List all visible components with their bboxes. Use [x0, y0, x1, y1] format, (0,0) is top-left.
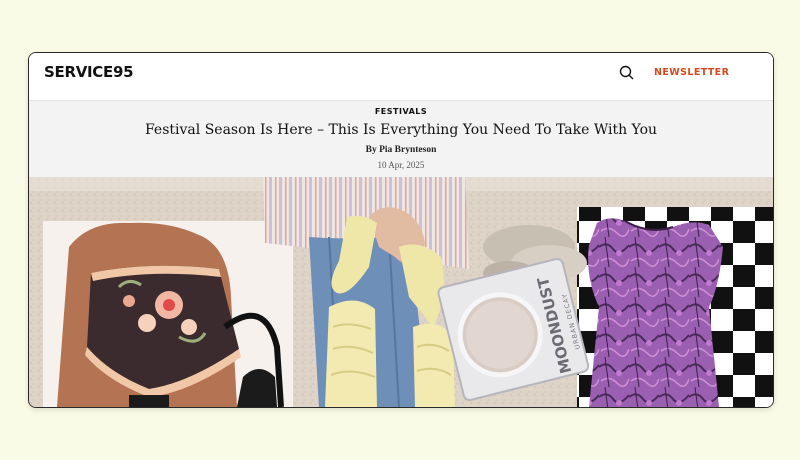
hero-collage-image: MOONDUST URBAN DECAY — [29, 177, 773, 407]
newsletter-link[interactable]: NEWSLETTER — [654, 67, 729, 78]
site-logo[interactable]: SERVICE95 — [44, 63, 134, 81]
purple-camo-dress — [588, 218, 723, 407]
browser-window: SERVICE95 NEWSLETTER FESTIVALS Festival … — [28, 52, 774, 408]
search-icon[interactable] — [618, 64, 636, 82]
article-category[interactable]: FESTIVALS — [29, 107, 773, 116]
site-header: SERVICE95 NEWSLETTER — [29, 53, 773, 101]
article-title: Festival Season Is Here – This Is Everyt… — [144, 122, 658, 138]
article-date: 10 Apr, 2025 — [377, 160, 425, 170]
article-byline[interactable]: By Pia Brynteson — [29, 145, 773, 155]
bandana-top-model — [43, 221, 293, 407]
article-header: FESTIVALS Festival Season Is Here – This… — [29, 101, 773, 177]
